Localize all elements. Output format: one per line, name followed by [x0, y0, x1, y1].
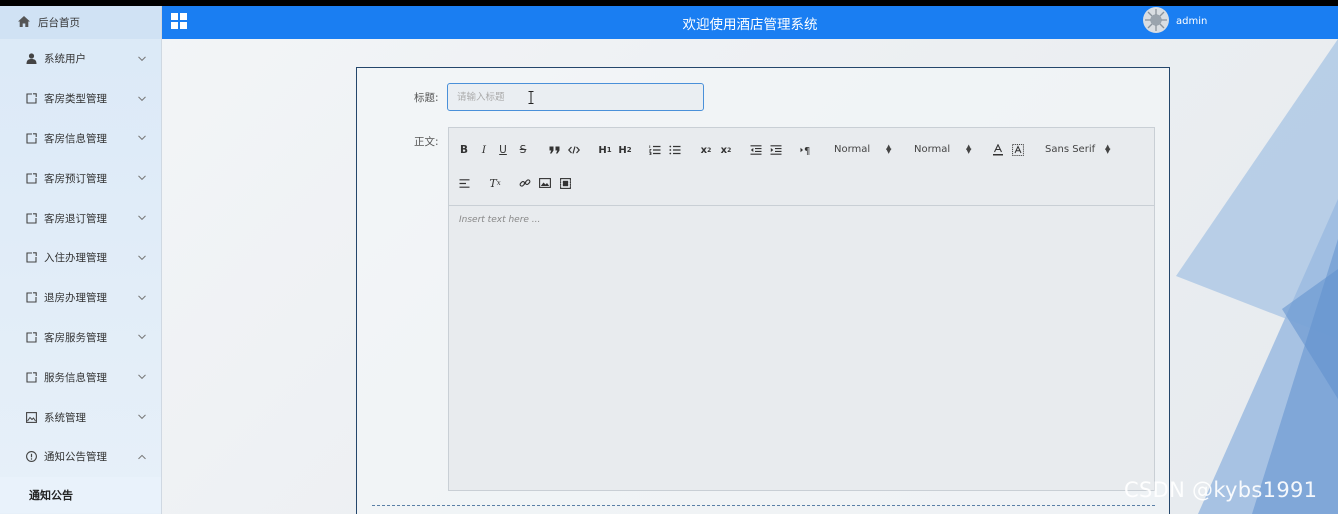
home-icon: [18, 15, 30, 30]
underline-icon[interactable]: U: [497, 142, 509, 158]
external-link-icon: [25, 132, 38, 145]
picture-icon: [25, 411, 38, 424]
external-link-icon: [25, 251, 38, 264]
heading-1-icon[interactable]: H1: [597, 142, 613, 158]
chevron-up-icon: [138, 450, 146, 462]
info-icon: [25, 450, 38, 463]
external-link-icon: [25, 371, 38, 384]
sidebar-item-label: 入住办理管理: [44, 252, 107, 265]
subscript-icon[interactable]: x2: [698, 142, 714, 158]
heading-2-icon[interactable]: H2: [617, 142, 633, 158]
select-arrows-icon: ▲ ▼: [966, 143, 972, 155]
chevron-down-icon: [138, 211, 146, 223]
sidebar-item-label: 客房退订管理: [44, 212, 107, 225]
bold-icon[interactable]: B: [458, 142, 470, 158]
select-arrows-icon: ▲ ▼: [886, 143, 892, 155]
strikethrough-icon[interactable]: S: [517, 142, 529, 158]
external-link-icon: [25, 172, 38, 185]
divider: [372, 505, 1155, 506]
sidebar-subitem-label: 通知公告: [29, 488, 73, 502]
sidebar-item-room-type[interactable]: 客房类型管理: [0, 79, 161, 119]
chevron-down-icon: [138, 371, 146, 383]
ordered-list-icon[interactable]: [648, 142, 662, 158]
font-select-value: Sans Serif: [1045, 144, 1096, 155]
sidebar-item-system-manage[interactable]: 系统管理: [0, 397, 161, 437]
watermark: CSDN @kybs1991: [1124, 478, 1318, 502]
user-icon: [25, 52, 38, 65]
italic-icon[interactable]: I: [478, 142, 490, 158]
sidebar-item-label: 客房类型管理: [44, 93, 107, 106]
header-select-value: Normal: [914, 144, 951, 155]
text-cursor-icon: [528, 91, 534, 104]
chevron-down-icon: [138, 92, 146, 104]
sidebar-item-check-out[interactable]: 退房办理管理: [0, 278, 161, 318]
background-color-icon[interactable]: [1011, 142, 1025, 158]
title-label: 标题:: [414, 92, 439, 104]
sidebar-item-label: 客房信息管理: [44, 132, 107, 145]
outdent-icon[interactable]: [749, 142, 763, 158]
sidebar-item-label: 客房预订管理: [44, 172, 107, 185]
code-block-icon[interactable]: [567, 142, 581, 158]
user-name[interactable]: admin: [1176, 16, 1207, 27]
text-direction-icon[interactable]: ¶: [799, 142, 813, 158]
sidebar-item-label: 退房办理管理: [44, 292, 107, 305]
chevron-down-icon: [138, 291, 146, 303]
title-input[interactable]: [447, 83, 704, 111]
sidebar-subitem-notice[interactable]: 通知公告: [0, 476, 161, 513]
chevron-down-icon: [138, 331, 146, 343]
external-link-icon: [25, 212, 38, 225]
sidebar: 后台首页 系统用户 客房类型管理 客房信息管理 客房预订管理 客房退订管理 入住…: [0, 6, 162, 514]
text-color-icon[interactable]: [991, 142, 1005, 158]
header-select[interactable]: Normal ▲ ▼: [914, 143, 974, 156]
rich-text-editor: B I U S H1 H2 x2 x2 ¶ Normal ▲ ▼ Normal …: [448, 127, 1155, 491]
bullet-list-icon[interactable]: [668, 142, 682, 158]
sidebar-item-room-cancel[interactable]: 客房退订管理: [0, 198, 161, 238]
avatar[interactable]: [1143, 7, 1169, 33]
app-window: 后台首页 系统用户 客房类型管理 客房信息管理 客房预订管理 客房退订管理 入住…: [0, 6, 1338, 514]
blockquote-icon[interactable]: [547, 142, 561, 158]
sidebar-item-check-in[interactable]: 入住办理管理: [0, 238, 161, 278]
superscript-icon[interactable]: x2: [718, 142, 734, 158]
font-select[interactable]: Sans Serif ▲ ▼: [1045, 143, 1115, 156]
sidebar-item-label: 通知公告管理: [44, 451, 107, 464]
sidebar-item-label: 客房服务管理: [44, 331, 107, 344]
sidebar-home[interactable]: 后台首页: [0, 6, 161, 39]
svg-text:¶: ¶: [804, 146, 810, 155]
chevron-down-icon: [138, 52, 146, 64]
editor-placeholder: Insert text here ...: [459, 215, 541, 225]
clear-format-icon[interactable]: Tx: [488, 175, 502, 191]
align-icon[interactable]: [458, 175, 470, 191]
sidebar-home-label: 后台首页: [38, 17, 80, 29]
indent-icon[interactable]: [769, 142, 783, 158]
video-icon[interactable]: [558, 175, 572, 191]
sidebar-item-label: 系统用户: [44, 53, 86, 66]
sidebar-item-room-info[interactable]: 客房信息管理: [0, 119, 161, 159]
sidebar-item-service-info[interactable]: 服务信息管理: [0, 357, 161, 397]
external-link-icon: [25, 331, 38, 344]
sidebar-item-label: 系统管理: [44, 411, 86, 424]
chevron-down-icon: [138, 410, 146, 422]
editor-content-area[interactable]: Insert text here ...: [449, 206, 1154, 234]
chevron-down-icon: [138, 172, 146, 184]
sidebar-item-room-booking[interactable]: 客房预订管理: [0, 158, 161, 198]
sidebar-item-notice-manage[interactable]: 通知公告管理: [0, 437, 161, 477]
top-bar: 欢迎使用酒店管理系统 admin: [162, 6, 1338, 39]
chevron-down-icon: [138, 132, 146, 144]
sidebar-item-label: 服务信息管理: [44, 371, 107, 384]
link-icon[interactable]: [518, 175, 532, 191]
size-select[interactable]: Normal ▲ ▼: [834, 143, 894, 156]
sidebar-item-system-users[interactable]: 系统用户: [0, 39, 161, 79]
content-label: 正文:: [414, 136, 439, 148]
chevron-down-icon: [138, 251, 146, 263]
size-select-value: Normal: [834, 144, 871, 155]
select-arrows-icon: ▲ ▼: [1105, 143, 1111, 155]
image-icon[interactable]: [538, 175, 552, 191]
sidebar-item-room-service[interactable]: 客房服务管理: [0, 318, 161, 358]
editor-toolbar: B I U S H1 H2 x2 x2 ¶ Normal ▲ ▼ Normal …: [449, 128, 1154, 206]
external-link-icon: [25, 291, 38, 304]
external-link-icon: [25, 92, 38, 105]
notice-form-card: 标题: 正文: B I U S H1 H2: [356, 67, 1170, 514]
